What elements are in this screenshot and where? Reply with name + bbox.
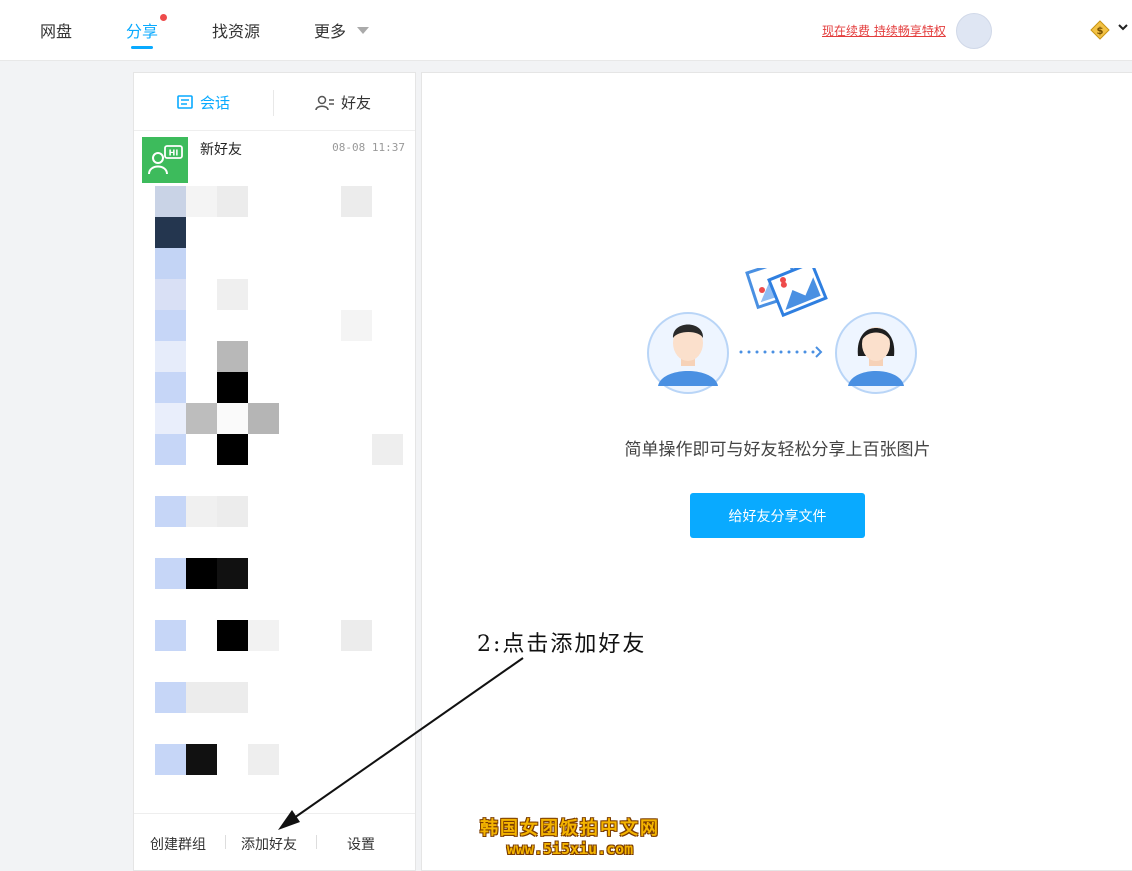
tab-friends-label: 好友 xyxy=(341,94,372,112)
notification-dot xyxy=(160,14,167,21)
tab-friends[interactable]: 好友 xyxy=(315,92,371,113)
share-to-friend-button[interactable]: 给好友分享文件 xyxy=(690,493,865,538)
chevron-down-icon[interactable] xyxy=(357,27,369,34)
svg-text:HI: HI xyxy=(169,149,179,158)
nav-item-find-resources[interactable]: 找资源 xyxy=(212,18,260,42)
nav-item-netdisk[interactable]: 网盘 xyxy=(40,18,72,42)
watermark-line1: 韩国女团饭拍中文网 xyxy=(480,818,660,839)
share-illustration xyxy=(647,268,917,394)
renew-link[interactable]: 现在续费 持续畅享特权 xyxy=(822,22,946,39)
tab-divider xyxy=(273,90,274,116)
conversation-time: 08-08 11:37 xyxy=(332,141,405,154)
svg-text:$: $ xyxy=(1097,26,1104,37)
active-tab-indicator xyxy=(131,46,153,49)
watermark-line2: www.5i5xiu.com xyxy=(506,840,634,858)
nav-item-share[interactable]: 分享 xyxy=(126,18,158,42)
watermark: 韩国女团饭拍中文网 www.5i5xiu.com xyxy=(470,814,670,858)
conversation-item-new-friend[interactable]: HI 新好友 08-08 11:37 xyxy=(134,131,415,191)
tab-conversations[interactable]: 会话 xyxy=(176,92,230,113)
tab-conversations-label: 会话 xyxy=(200,94,231,112)
conversation-name: 新好友 xyxy=(200,142,242,158)
account-dropdown-icon[interactable] xyxy=(1118,22,1128,32)
user-avatar[interactable] xyxy=(956,13,992,49)
user-hi-icon: HI xyxy=(148,145,183,175)
new-friend-avatar: HI xyxy=(142,137,188,183)
annotation-arrow xyxy=(278,657,524,830)
vip-coin-icon[interactable]: $ xyxy=(1090,20,1110,40)
friends-icon xyxy=(315,95,334,110)
panel-tabs: 会话 好友 xyxy=(134,73,415,131)
bottom-divider xyxy=(225,835,226,849)
promo-text: 简单操作即可与好友轻松分享上百张图片 xyxy=(624,440,931,460)
create-group-button[interactable]: 创建群组 xyxy=(150,834,206,854)
chat-icon xyxy=(177,94,193,109)
top-nav-bar: 网盘 分享 找资源 更多 现在续费 持续畅享特权 $ xyxy=(0,0,1132,61)
nav-item-more[interactable]: 更多 xyxy=(314,18,346,42)
